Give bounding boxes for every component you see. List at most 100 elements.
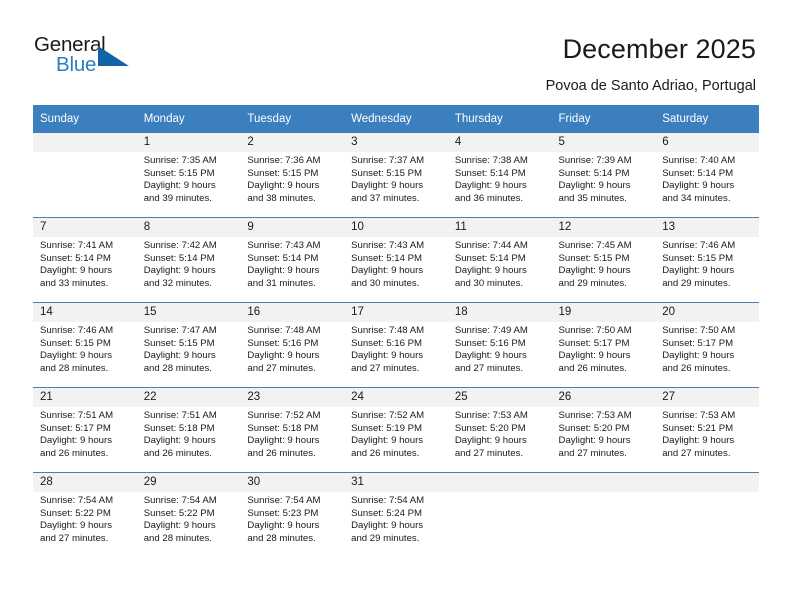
calendar-day-cell[interactable]: 26 Sunrise: 7:53 AM Sunset: 5:20 PM Dayligh… bbox=[551, 387, 656, 473]
day-details: Sunrise: 7:52 AM Sunset: 5:19 PM Daylight:… bbox=[344, 407, 448, 460]
day-number: 6 bbox=[655, 133, 759, 152]
calendar-body: 1 Sunrise: 7:35 AM Sunset: 5:15 PM Daylight… bbox=[33, 133, 759, 557]
day-cell-inner: 28 Sunrise: 7:54 AM Sunset: 5:22 PM Dayligh… bbox=[33, 473, 137, 557]
day-cell-inner bbox=[655, 473, 759, 557]
day-details bbox=[33, 152, 137, 155]
sunset-text: Sunset: 5:15 PM bbox=[558, 252, 630, 264]
sunset-text: Sunset: 5:14 PM bbox=[662, 167, 734, 179]
day-cell-inner: 31 Sunrise: 7:54 AM Sunset: 5:24 PM Dayligh… bbox=[344, 473, 448, 557]
calendar-day-cell[interactable]: 9 Sunrise: 7:43 AM Sunset: 5:14 PM Daylight… bbox=[240, 217, 345, 303]
day-details: Sunrise: 7:39 AM Sunset: 5:14 PM Daylight:… bbox=[552, 152, 656, 205]
day-details: Sunrise: 7:45 AM Sunset: 5:15 PM Daylight:… bbox=[552, 237, 656, 290]
sunset-text: Sunset: 5:16 PM bbox=[247, 337, 319, 349]
calendar-week-row: 1 Sunrise: 7:35 AM Sunset: 5:15 PM Daylight… bbox=[33, 133, 759, 218]
day-number: 12 bbox=[551, 218, 656, 237]
calendar-day-cell[interactable]: 18 Sunrise: 7:49 AM Sunset: 5:16 PM Dayligh… bbox=[447, 302, 552, 388]
day-cell-inner: 24 Sunrise: 7:52 AM Sunset: 5:19 PM Dayligh… bbox=[344, 388, 448, 472]
sunrise-text: Sunrise: 7:50 AM bbox=[558, 325, 632, 336]
sunrise-text: Sunrise: 7:53 AM bbox=[662, 410, 736, 421]
day-details bbox=[655, 492, 759, 495]
day-number: 4 bbox=[447, 133, 552, 152]
sunset-text: Sunset: 5:18 PM bbox=[247, 422, 319, 434]
day-details bbox=[552, 492, 656, 495]
logo-text-blue: Blue bbox=[56, 53, 97, 76]
day-number bbox=[655, 473, 759, 492]
day-details: Sunrise: 7:42 AM Sunset: 5:14 PM Daylight:… bbox=[137, 237, 241, 290]
day-cell-inner: 19 Sunrise: 7:50 AM Sunset: 5:17 PM Dayligh… bbox=[551, 303, 656, 387]
day-details: Sunrise: 7:48 AM Sunset: 5:16 PM Daylight:… bbox=[344, 322, 448, 375]
daylight-text: Daylight: 9 hours bbox=[454, 180, 527, 192]
calendar-week-row: 21 Sunrise: 7:51 AM Sunset: 5:17 PM Dayligh… bbox=[33, 387, 759, 473]
sunset-text: Sunset: 5:14 PM bbox=[247, 252, 319, 264]
calendar-day-cell[interactable]: 3 Sunrise: 7:37 AM Sunset: 5:15 PM Daylight… bbox=[344, 133, 448, 218]
daylight-text: and 27 minutes. bbox=[454, 362, 524, 374]
sunset-text: Sunset: 5:17 PM bbox=[40, 422, 111, 434]
calendar-day-cell[interactable]: 17 Sunrise: 7:48 AM Sunset: 5:16 PM Dayligh… bbox=[344, 302, 448, 388]
day-cell-inner: 17 Sunrise: 7:48 AM Sunset: 5:16 PM Dayligh… bbox=[344, 303, 448, 387]
sunrise-text: Sunrise: 7:45 AM bbox=[558, 240, 632, 251]
calendar-day-cell[interactable]: 14 Sunrise: 7:46 AM Sunset: 5:15 PM Dayligh… bbox=[33, 302, 137, 388]
calendar-day-cell[interactable]: 22 Sunrise: 7:51 AM Sunset: 5:18 PM Dayligh… bbox=[136, 387, 241, 473]
calendar-day-cell[interactable]: 30 Sunrise: 7:54 AM Sunset: 5:23 PM Dayligh… bbox=[240, 472, 345, 557]
daylight-text: Daylight: 9 hours bbox=[143, 180, 216, 192]
day-details: Sunrise: 7:49 AM Sunset: 5:16 PM Daylight:… bbox=[448, 322, 552, 375]
calendar-day-cell[interactable]: 1 Sunrise: 7:35 AM Sunset: 5:15 PM Daylight… bbox=[136, 133, 241, 218]
daylight-text: and 28 minutes. bbox=[143, 362, 212, 374]
day-details: Sunrise: 7:41 AM Sunset: 5:14 PM Daylight:… bbox=[33, 237, 137, 290]
day-cell-inner: 29 Sunrise: 7:54 AM Sunset: 5:22 PM Dayligh… bbox=[136, 473, 241, 557]
daylight-text: and 26 minutes. bbox=[143, 447, 212, 459]
day-details: Sunrise: 7:54 AM Sunset: 5:22 PM Daylight:… bbox=[137, 492, 241, 545]
day-details: Sunrise: 7:51 AM Sunset: 5:18 PM Daylight:… bbox=[137, 407, 241, 460]
daylight-text: Daylight: 9 hours bbox=[351, 520, 424, 532]
day-details: Sunrise: 7:37 AM Sunset: 5:15 PM Daylight:… bbox=[344, 152, 448, 205]
calendar-day-cell[interactable]: 31 Sunrise: 7:54 AM Sunset: 5:24 PM Dayligh… bbox=[344, 472, 448, 557]
sunrise-text: Sunrise: 7:46 AM bbox=[662, 240, 736, 251]
sunrise-text: Sunrise: 7:49 AM bbox=[454, 325, 528, 336]
sunrise-text: Sunrise: 7:52 AM bbox=[351, 410, 425, 421]
calendar-day-cell[interactable]: 8 Sunrise: 7:42 AM Sunset: 5:14 PM Daylight… bbox=[136, 217, 241, 303]
calendar-day-cell[interactable]: 19 Sunrise: 7:50 AM Sunset: 5:17 PM Dayligh… bbox=[551, 302, 656, 388]
sunset-text: Sunset: 5:23 PM bbox=[247, 507, 319, 519]
calendar-day-cell[interactable]: 29 Sunrise: 7:54 AM Sunset: 5:22 PM Dayligh… bbox=[136, 472, 241, 557]
day-number: 27 bbox=[655, 388, 759, 407]
page-title: December 2025 bbox=[562, 34, 756, 64]
calendar-day-cell[interactable]: 21 Sunrise: 7:51 AM Sunset: 5:17 PM Dayligh… bbox=[33, 387, 137, 473]
day-details: Sunrise: 7:36 AM Sunset: 5:15 PM Daylight:… bbox=[240, 152, 344, 205]
daylight-text: and 27 minutes. bbox=[40, 532, 109, 544]
calendar-day-cell[interactable]: 23 Sunrise: 7:52 AM Sunset: 5:18 PM Dayligh… bbox=[240, 387, 345, 473]
daylight-text: Daylight: 9 hours bbox=[454, 265, 527, 277]
calendar-day-cell[interactable]: 28 Sunrise: 7:54 AM Sunset: 5:22 PM Dayligh… bbox=[33, 472, 137, 557]
daylight-text: Daylight: 9 hours bbox=[454, 350, 527, 362]
weekday-header-row: Sunday Monday Tuesday Wednesday Thursday Frid… bbox=[33, 105, 759, 133]
daylight-text: Daylight: 9 hours bbox=[351, 180, 424, 192]
daylight-text: Daylight: 9 hours bbox=[662, 180, 735, 192]
calendar-day-cell[interactable]: 11 Sunrise: 7:44 AM Sunset: 5:14 PM Dayligh… bbox=[447, 217, 552, 303]
calendar-day-cell[interactable]: 5 Sunrise: 7:39 AM Sunset: 5:14 PM Daylight… bbox=[551, 133, 656, 218]
sunset-text: Sunset: 5:15 PM bbox=[662, 252, 734, 264]
daylight-text: Daylight: 9 hours bbox=[40, 350, 112, 362]
sunrise-text: Sunrise: 7:48 AM bbox=[247, 325, 321, 336]
daylight-text: Daylight: 9 hours bbox=[143, 350, 216, 362]
calendar-day-cell[interactable]: 24 Sunrise: 7:52 AM Sunset: 5:19 PM Dayligh… bbox=[344, 387, 448, 473]
calendar-day-cell[interactable]: 27 Sunrise: 7:53 AM Sunset: 5:21 PM Dayligh… bbox=[655, 387, 759, 473]
calendar-day-cell[interactable]: 15 Sunrise: 7:47 AM Sunset: 5:15 PM Dayligh… bbox=[136, 302, 241, 388]
sunrise-text: Sunrise: 7:37 AM bbox=[351, 155, 425, 166]
calendar-day-cell[interactable]: 10 Sunrise: 7:43 AM Sunset: 5:14 PM Dayligh… bbox=[344, 217, 448, 303]
calendar-day-cell[interactable]: 6 Sunrise: 7:40 AM Sunset: 5:14 PM Daylight… bbox=[655, 133, 759, 218]
calendar-day-cell[interactable]: 2 Sunrise: 7:36 AM Sunset: 5:15 PM Daylight… bbox=[240, 133, 345, 218]
calendar-day-cell[interactable]: 4 Sunrise: 7:38 AM Sunset: 5:14 PM Daylight… bbox=[447, 133, 552, 218]
day-cell-inner: 8 Sunrise: 7:42 AM Sunset: 5:14 PM Daylight… bbox=[136, 218, 241, 302]
calendar-day-cell[interactable]: 16 Sunrise: 7:48 AM Sunset: 5:16 PM Dayligh… bbox=[240, 302, 345, 388]
calendar-day-cell[interactable]: 25 Sunrise: 7:53 AM Sunset: 5:20 PM Dayligh… bbox=[447, 387, 552, 473]
calendar-day-cell[interactable]: 13 Sunrise: 7:46 AM Sunset: 5:15 PM Dayligh… bbox=[655, 217, 759, 303]
sunset-text: Sunset: 5:19 PM bbox=[351, 422, 423, 434]
calendar-day-cell[interactable]: 20 Sunrise: 7:50 AM Sunset: 5:17 PM Dayligh… bbox=[655, 302, 759, 388]
general-blue-logo[interactable]: General Blue bbox=[34, 33, 144, 83]
day-cell-inner: 11 Sunrise: 7:44 AM Sunset: 5:14 PM Dayligh… bbox=[447, 218, 552, 302]
day-details: Sunrise: 7:52 AM Sunset: 5:18 PM Daylight:… bbox=[240, 407, 344, 460]
calendar-day-cell[interactable]: 7 Sunrise: 7:41 AM Sunset: 5:14 PM Daylight… bbox=[33, 217, 137, 303]
day-details: Sunrise: 7:43 AM Sunset: 5:14 PM Daylight:… bbox=[240, 237, 344, 290]
calendar-day-cell[interactable]: 12 Sunrise: 7:45 AM Sunset: 5:15 PM Dayligh… bbox=[551, 217, 656, 303]
daylight-text: Daylight: 9 hours bbox=[558, 435, 631, 447]
sunset-text: Sunset: 5:20 PM bbox=[558, 422, 630, 434]
